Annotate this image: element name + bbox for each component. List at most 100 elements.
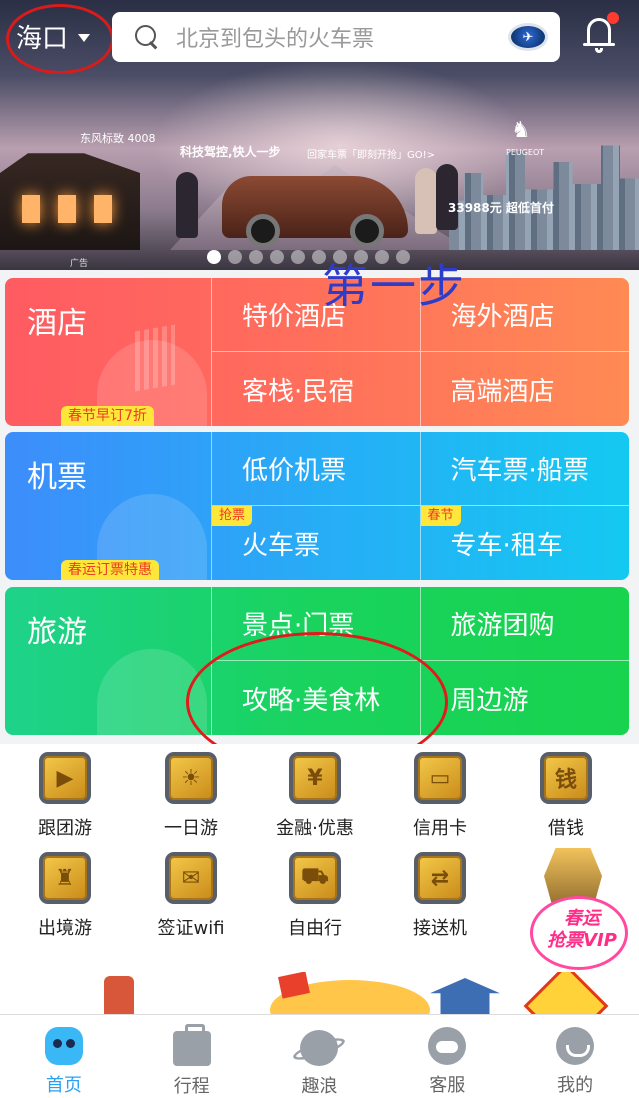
planet-icon <box>300 1030 339 1066</box>
cell-label: 周边游 <box>450 685 529 716</box>
search-icon <box>134 24 160 50</box>
annotation-circle-city <box>6 4 114 74</box>
lantern-decoration <box>104 976 134 1016</box>
house-window <box>58 195 76 223</box>
cell-label: 旅游团购 <box>450 611 555 641</box>
promo-badge: 春运订票特惠 <box>61 560 159 580</box>
transfer-icon: ⇄ <box>414 852 466 904</box>
tab-label: 我的 <box>557 1075 594 1096</box>
flight-main-tile[interactable]: 机票 春运订票特惠 <box>5 432 212 580</box>
headset-icon <box>428 1027 467 1065</box>
group-buy-link[interactable]: 旅游团购 <box>420 587 629 661</box>
tab-home[interactable]: 首页 <box>0 1015 128 1098</box>
group-tour-item[interactable]: ▶ 跟团游 <box>10 752 120 840</box>
promo-badge: 春节早订7折 <box>61 406 154 426</box>
visa-wifi-item[interactable]: ✉ 签证wifi <box>136 852 246 940</box>
tab-profile[interactable]: 我的 <box>511 1015 639 1098</box>
outbound-tour-item[interactable]: ♜ 出境游 <box>10 852 120 940</box>
car-rental-link[interactable]: 春节专车·租车 <box>420 506 630 580</box>
pagination-dot[interactable] <box>270 250 284 264</box>
ad-label: 广告 <box>70 259 89 269</box>
pagination-dot[interactable] <box>207 250 221 264</box>
item-label: 信用卡 <box>413 818 467 839</box>
borrow-money-item[interactable]: 钱借钱 <box>511 752 621 840</box>
cell-tag: 春节 <box>420 506 461 526</box>
airport-transfer-item[interactable]: ⇄ 接送机 <box>385 852 495 940</box>
category-title: 机票 <box>27 460 87 495</box>
finance-item[interactable]: ¥ 金融·优惠 <box>260 752 370 840</box>
train-tickets-link[interactable]: 抢票火车票 <box>212 506 421 580</box>
banner-person <box>176 172 198 238</box>
tab-support[interactable]: 客服 <box>383 1015 511 1098</box>
banner-car <box>222 176 408 248</box>
borrow-money-icon: 钱 <box>540 752 592 804</box>
app-screen: 东风标致 4008 科技驾控,快人一步 回家车票「即刻开抢」GO!> ♞ PEU… <box>0 0 639 1098</box>
banner-brand: 东风标致 4008 <box>80 132 156 145</box>
item-label: 接送机 <box>413 918 467 939</box>
smiley-user-icon <box>556 1027 595 1065</box>
category-flight: 机票 春运订票特惠 低价机票 汽车票·船票 抢票火车票 春节专车·租车 <box>5 432 629 580</box>
credit-card-item[interactable]: ▭ 信用卡 <box>385 752 495 840</box>
category-hotel: 酒店 春节早订7折 特价酒店 海外酒店 客栈·民宿 高端酒店 <box>5 278 629 426</box>
category-title: 酒店 <box>27 306 87 341</box>
banner-price: 33988元 超低首付 <box>448 201 554 215</box>
group-tour-icon: ▶ <box>39 752 91 804</box>
sign-decoration <box>523 972 609 1016</box>
day-trip-item[interactable]: ☀ 一日游 <box>136 752 246 840</box>
item-label: 自由行 <box>288 918 342 939</box>
festive-banner-strip[interactable] <box>0 972 639 1016</box>
tab-discover[interactable]: 趣浪 <box>256 1015 384 1098</box>
item-label: 签证wifi <box>157 918 225 939</box>
notification-dot <box>607 12 619 24</box>
vip-text: 春运 抢票VIP <box>532 908 632 952</box>
banner-logo-text: PEUGEOT <box>506 148 545 157</box>
house-window <box>22 195 40 223</box>
building-decoration <box>135 324 175 392</box>
item-label: 借钱 <box>548 818 584 839</box>
pagoda-decoration <box>430 978 500 1016</box>
annotation-step-label: 第一步 <box>322 259 466 313</box>
cell-label: 海外酒店 <box>450 302 555 332</box>
tab-label: 首页 <box>45 1075 82 1096</box>
cell-label: 汽车票·船票 <box>450 456 589 486</box>
category-title: 旅游 <box>27 615 87 650</box>
pagination-dot[interactable] <box>249 250 263 264</box>
bus-ferry-link[interactable]: 汽车票·船票 <box>420 432 629 506</box>
cell-label: 高端酒店 <box>450 376 555 407</box>
plane-icon[interactable]: ✈ <box>508 23 548 51</box>
item-label: 一日游 <box>164 818 218 839</box>
banner-person <box>436 164 458 230</box>
day-trip-icon: ☀ <box>165 752 217 804</box>
nearby-trips-link[interactable]: 周边游 <box>421 661 630 735</box>
notification-bell-icon[interactable] <box>583 12 619 56</box>
hotel-inn-link[interactable]: 客栈·民宿 <box>212 352 421 426</box>
cell-label: 专车·租车 <box>450 530 563 561</box>
cell-label: 火车票 <box>242 530 321 561</box>
visa-icon: ✉ <box>165 852 217 904</box>
cell-tag: 抢票 <box>212 506 253 526</box>
pagination-dot[interactable] <box>228 250 242 264</box>
vip-promo-badge[interactable]: 春运 抢票VIP <box>514 848 634 970</box>
home-mascot-icon <box>44 1027 83 1065</box>
tab-trips[interactable]: 行程 <box>128 1015 256 1098</box>
credit-card-icon: ▭ <box>414 752 466 804</box>
hotel-luxury-link[interactable]: 高端酒店 <box>421 352 630 426</box>
banner-slogan: 科技驾控,快人一步 <box>180 145 281 159</box>
cheap-flights-link[interactable]: 低价机票 <box>212 432 421 506</box>
hotel-main-tile[interactable]: 酒店 春节早订7折 <box>5 278 212 426</box>
vip-line1: 春运 <box>564 908 600 929</box>
pagination-dot[interactable] <box>291 250 305 264</box>
travel-main-tile[interactable]: 旅游 <box>5 587 212 735</box>
cell-label: 客栈·民宿 <box>242 376 355 407</box>
peugeot-lion-icon: ♞ <box>511 118 531 143</box>
finance-icon: ¥ <box>289 752 341 804</box>
tab-label: 趣浪 <box>301 1076 338 1097</box>
search-bar[interactable]: 北京到包头的火车票 ✈ <box>112 12 560 62</box>
item-label: 出境游 <box>38 918 92 939</box>
free-travel-item[interactable]: ⛟ 自由行 <box>260 852 370 940</box>
cell-label: 低价机票 <box>242 456 347 486</box>
banner-subslogan: 回家车票「即刻开抢」GO!> <box>307 150 436 161</box>
vip-line2: 抢票VIP <box>547 930 617 951</box>
banner-person <box>415 168 437 234</box>
item-label: 金融·优惠 <box>276 818 354 839</box>
